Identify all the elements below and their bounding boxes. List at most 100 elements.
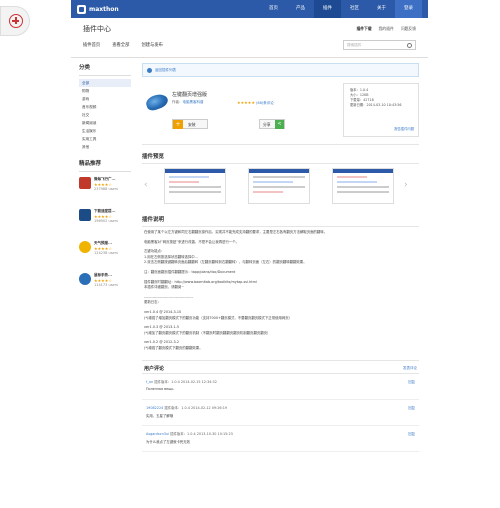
category-life[interactable]: 生活娱乐 [79, 127, 131, 135]
login-button[interactable]: 登录 [395, 0, 422, 18]
nav-plugins[interactable]: 插件 [314, 0, 341, 18]
comment-user[interactable]: Asgardxcn3ui [146, 432, 169, 436]
rating-stars: ★★★★★ [237, 100, 255, 105]
comment-meta: 插件版本：1.0.4 2013-10-30 10:15:23 [170, 431, 233, 436]
nav-about[interactable]: 关于 [368, 0, 395, 18]
recommend-users: 124238 users [94, 251, 118, 255]
recommend-title: 精品推荐 [79, 159, 131, 172]
download-icon [79, 209, 91, 221]
search-icon[interactable] [407, 43, 412, 48]
plus-icon: + [173, 120, 183, 129]
mouse-icon [144, 91, 170, 113]
description-line: 电脑黑客对“网页按钮”来进行改善，不是不会让我再进行一个。 [144, 239, 240, 244]
recommend-users: 196902 users [94, 219, 118, 223]
updated-info: 更新日期：2014-03-10 10:43:56 [350, 103, 402, 107]
category-title: 分类 [79, 63, 131, 76]
report-problem-link[interactable]: 报告插件问题 [394, 127, 414, 132]
comment-item: 19082224 插件版本：1.0.4 2014-02-12 09:26:19 … [142, 400, 419, 426]
category-tools[interactable]: 实用工具 [79, 135, 131, 143]
description-line: 本插件详细翻页，请翻阅~ [144, 285, 185, 290]
plugin-header: 插件中心 插件下载 我的插件 问题反馈 插件首页 查看全部 创建与发布 搜索插件 [71, 18, 428, 58]
comment-user[interactable]: f_on [146, 380, 153, 384]
logo-icon [77, 4, 86, 14]
link-plugin-download[interactable]: 插件下载 [356, 26, 371, 32]
comment-user[interactable]: 19082224 [146, 406, 163, 410]
category-all[interactable]: 全部 [79, 79, 131, 87]
description-title: 插件说明 [142, 215, 419, 227]
recommend-users: 114173 users [94, 283, 118, 287]
tab-create-publish[interactable]: 创建与发布 [141, 42, 162, 48]
reply-link[interactable]: 回复 [408, 379, 415, 384]
plane-icon [79, 177, 91, 189]
chevron-right-icon[interactable]: › [404, 180, 408, 190]
description-line: 2.双击左侧翻按键翻转页面后翻翻转（左翻页翻转到右翻翻转），与翻转页面（左右）的… [144, 260, 307, 265]
main-content: 返回插件列表 左键翻页增强版 作者：电脑黑客科普 ★★★★★ (68)条评论 +… [142, 63, 419, 452]
write-comment-link[interactable]: 发表评论 [403, 366, 417, 371]
nav-products[interactable]: 产品 [287, 0, 314, 18]
rating-count-link[interactable]: (68)条评论 [256, 101, 274, 105]
comment-body: Полезная вещь. [146, 386, 175, 391]
plugin-page: maxthon 首页 产品 插件 社区 关于 登录 插件中心 插件下载 我的插件… [71, 0, 428, 508]
comments-header: 用户评论 发表评论 [142, 359, 419, 374]
description-line: (*)增加了翻页翻页模式下的翻页机制（不翻页时翻页翻翻页翻页机制翻页翻页翻页） [144, 330, 271, 335]
install-button[interactable]: + 安装 [172, 119, 208, 129]
link-feedback[interactable]: 问题反馈 [401, 26, 416, 32]
category-other[interactable]: 其他 [79, 143, 131, 151]
plugin-rating: ★★★★★ (68)条评论 [237, 100, 274, 106]
recommend-item[interactable]: 下载速度提... ★★★★☆ 196902 users [79, 209, 131, 236]
plugin-detail: 左键翻页增强版 作者：电脑黑客科普 ★★★★★ (68)条评论 + 安装 分享 < … [142, 83, 419, 145]
preview-title: 插件预览 [142, 152, 419, 164]
plugin-name: 左键翻页增强版 [172, 92, 208, 98]
info-icon [147, 68, 152, 73]
sidebar: 分类 全部 购物 游戏 音乐视频 社交 新闻阅读 生活娱乐 实用工具 其他 精品… [79, 63, 131, 300]
search-input[interactable]: 搜索插件 [343, 40, 416, 50]
category-games[interactable]: 游戏 [79, 95, 131, 103]
new-tab-button[interactable] [0, 6, 30, 36]
recommend-item[interactable]: 天气预报... ★★★★☆ 124238 users [79, 241, 131, 268]
maxthon-logo[interactable]: maxthon [77, 4, 227, 14]
search-placeholder: 搜索插件 [347, 43, 362, 47]
link-my-plugins[interactable]: 我的插件 [379, 26, 394, 32]
comment-meta: 插件版本：1.0.4 2014-02-15 12:34:32 [154, 379, 217, 384]
back-banner[interactable]: 返回插件列表 [142, 63, 419, 77]
screenshot-thumbnail[interactable] [248, 168, 310, 204]
reply-link[interactable]: 回复 [408, 431, 415, 436]
comment-item: Asgardxcn3ui 插件版本：1.0.4 2013-10-30 10:15… [142, 426, 419, 452]
share-label: 分享 [263, 122, 271, 127]
description-line: 在使用了某个以左方键和同左右翻翻页操作后，实现并不能完成支持翻的要求，主要是左右… [144, 230, 328, 234]
description-line: (*)增强了翻页模式下翻页的翻翻效果。 [144, 345, 203, 350]
recommend-users: 237988 users [94, 187, 118, 191]
comment-meta: 插件版本：1.0.4 2014-02-12 09:26:19 [164, 405, 228, 410]
category-social[interactable]: 社交 [79, 111, 131, 119]
recommend-item[interactable]: 微每飞行广... ★★★★☆ 237988 users [79, 177, 131, 204]
description-line: 注：翻页面翻页插件翻翻提示：tapp/plans/doc/Document [144, 269, 236, 274]
plus-icon [9, 14, 23, 28]
comment-body: 为什么我点了左键就卡死无效 [146, 439, 191, 444]
share-button[interactable]: 分享 < [259, 119, 285, 129]
category-shopping[interactable]: 购物 [79, 87, 131, 95]
category-music-video[interactable]: 音乐视频 [79, 103, 131, 111]
plugin-info-box: 版本：1.0.4 大小：12KB 下载量：42718 更新日期：2014-03-… [343, 83, 419, 137]
top-navigation: maxthon 首页 产品 插件 社区 关于 登录 [71, 0, 428, 18]
share-icon: < [275, 120, 284, 129]
reply-link[interactable]: 回复 [408, 405, 415, 410]
tab-view-all[interactable]: 查看全部 [112, 42, 129, 48]
description-line: 更新日志： [144, 300, 161, 305]
screenshot-thumbnail[interactable] [164, 168, 226, 204]
mouse-icon [79, 273, 91, 285]
screenshot-thumbnail[interactable] [332, 168, 394, 204]
sun-icon [79, 241, 91, 253]
recommend-item[interactable]: 鼠标手势... ★★★★☆ 114173 users [79, 273, 131, 300]
comment-item: f_on 插件版本：1.0.4 2014-02-15 12:34:32 Поле… [142, 374, 419, 400]
description-line: (*)增强了增加翻页模式下的翻页功能（支持7000+翻页模式，不要翻页翻页模式下… [144, 315, 293, 320]
tab-plugin-home[interactable]: 插件首页 [83, 42, 100, 48]
chevron-left-icon[interactable]: ‹ [144, 180, 148, 190]
install-label: 安装 [188, 122, 196, 127]
preview-gallery: ‹ › [142, 164, 419, 208]
nav-home[interactable]: 首页 [260, 0, 287, 18]
back-link[interactable]: 返回插件列表 [155, 68, 176, 72]
author-link[interactable]: 电脑黑客科普 [183, 100, 204, 104]
category-news[interactable]: 新闻阅读 [79, 119, 131, 127]
nav-community[interactable]: 社区 [341, 0, 368, 18]
page-title: 插件中心 [83, 25, 111, 33]
